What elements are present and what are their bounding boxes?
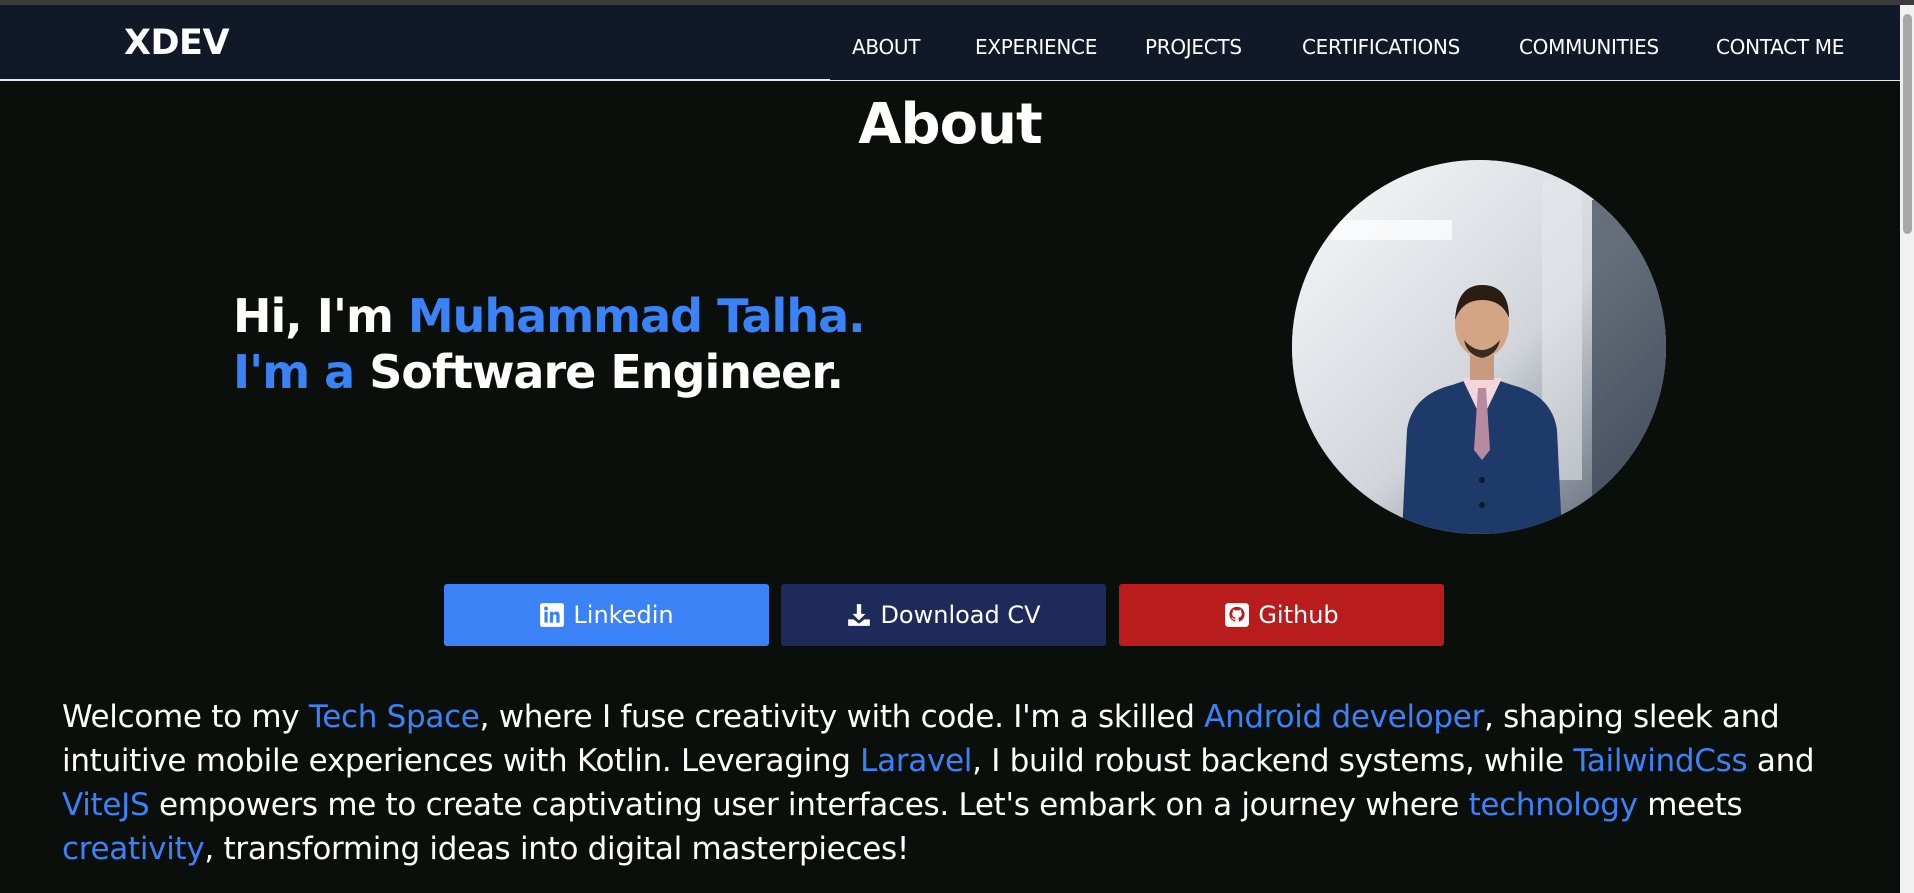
intro-text: empowers me to create captivating user i… bbox=[149, 787, 1469, 823]
linkedin-button[interactable]: Linkedin bbox=[444, 584, 769, 646]
navbar-divider-left bbox=[0, 79, 830, 81]
profile-photo bbox=[1292, 160, 1666, 534]
intro-paragraph: Welcome to my Tech Space, where I fuse c… bbox=[62, 695, 1852, 871]
role-prefix: I'm a bbox=[233, 345, 370, 399]
section-title-about: About bbox=[858, 92, 1043, 157]
intro-highlight-tailwindcss: TailwindCss bbox=[1573, 743, 1748, 779]
scrollbar-thumb[interactable] bbox=[1903, 14, 1912, 234]
role-title: Software Engineer. bbox=[369, 345, 844, 399]
profile-photo-illustration bbox=[1292, 160, 1666, 534]
github-button-label: Github bbox=[1258, 601, 1339, 629]
page-root: XDEV ABOUT EXPERIENCE PROJECTS CERTIFICA… bbox=[0, 0, 1914, 893]
github-icon bbox=[1225, 603, 1250, 627]
intro-highlight-laravel: Laravel bbox=[860, 743, 973, 779]
github-button[interactable]: Github bbox=[1119, 584, 1444, 646]
greeting-line-1: Hi, I'm Muhammad Talha. bbox=[233, 288, 866, 344]
intro-text: meets bbox=[1637, 787, 1743, 823]
greeting-line-2: I'm a Software Engineer. bbox=[233, 344, 865, 400]
navbar: XDEV ABOUT EXPERIENCE PROJECTS CERTIFICA… bbox=[0, 5, 1900, 81]
download-cv-button-label: Download CV bbox=[880, 601, 1041, 629]
intro-highlight-android-developer: Android developer bbox=[1204, 699, 1485, 735]
intro-highlight-tech-space: Tech Space bbox=[308, 699, 480, 735]
intro-text: , transforming ideas into digital master… bbox=[204, 831, 909, 867]
nav-links: ABOUT EXPERIENCE PROJECTS CERTIFICATIONS… bbox=[0, 35, 1900, 65]
greeting-prefix: Hi, I'm bbox=[233, 289, 408, 343]
intro-highlight-vitejs: ViteJS bbox=[62, 787, 150, 823]
intro-text: and bbox=[1747, 743, 1815, 779]
hero-greeting: Hi, I'm Muhammad Talha. I'm a Software E… bbox=[233, 288, 866, 400]
navbar-divider-right bbox=[830, 80, 1900, 81]
download-cv-button[interactable]: Download CV bbox=[781, 584, 1106, 646]
intro-text: Welcome to my bbox=[62, 699, 309, 735]
nav-link-projects[interactable]: PROJECTS bbox=[1145, 35, 1242, 59]
intro-highlight-technology: technology bbox=[1468, 787, 1638, 823]
nav-link-contact-me[interactable]: CONTACT ME bbox=[1716, 35, 1844, 59]
intro-text: , where I fuse creativity with code. I'm… bbox=[479, 699, 1205, 735]
nav-link-certifications[interactable]: CERTIFICATIONS bbox=[1302, 35, 1460, 59]
nav-link-experience[interactable]: EXPERIENCE bbox=[975, 35, 1097, 59]
download-icon bbox=[848, 604, 871, 626]
intro-text: , I build robust backend systems, while bbox=[972, 743, 1574, 779]
linkedin-button-label: Linkedin bbox=[573, 601, 674, 629]
intro-highlight-creativity: creativity bbox=[62, 831, 205, 867]
nav-link-about[interactable]: ABOUT bbox=[852, 35, 920, 59]
linkedin-icon bbox=[540, 603, 565, 627]
greeting-name: Muhammad Talha. bbox=[407, 289, 866, 343]
nav-link-communities[interactable]: COMMUNITIES bbox=[1519, 35, 1659, 59]
